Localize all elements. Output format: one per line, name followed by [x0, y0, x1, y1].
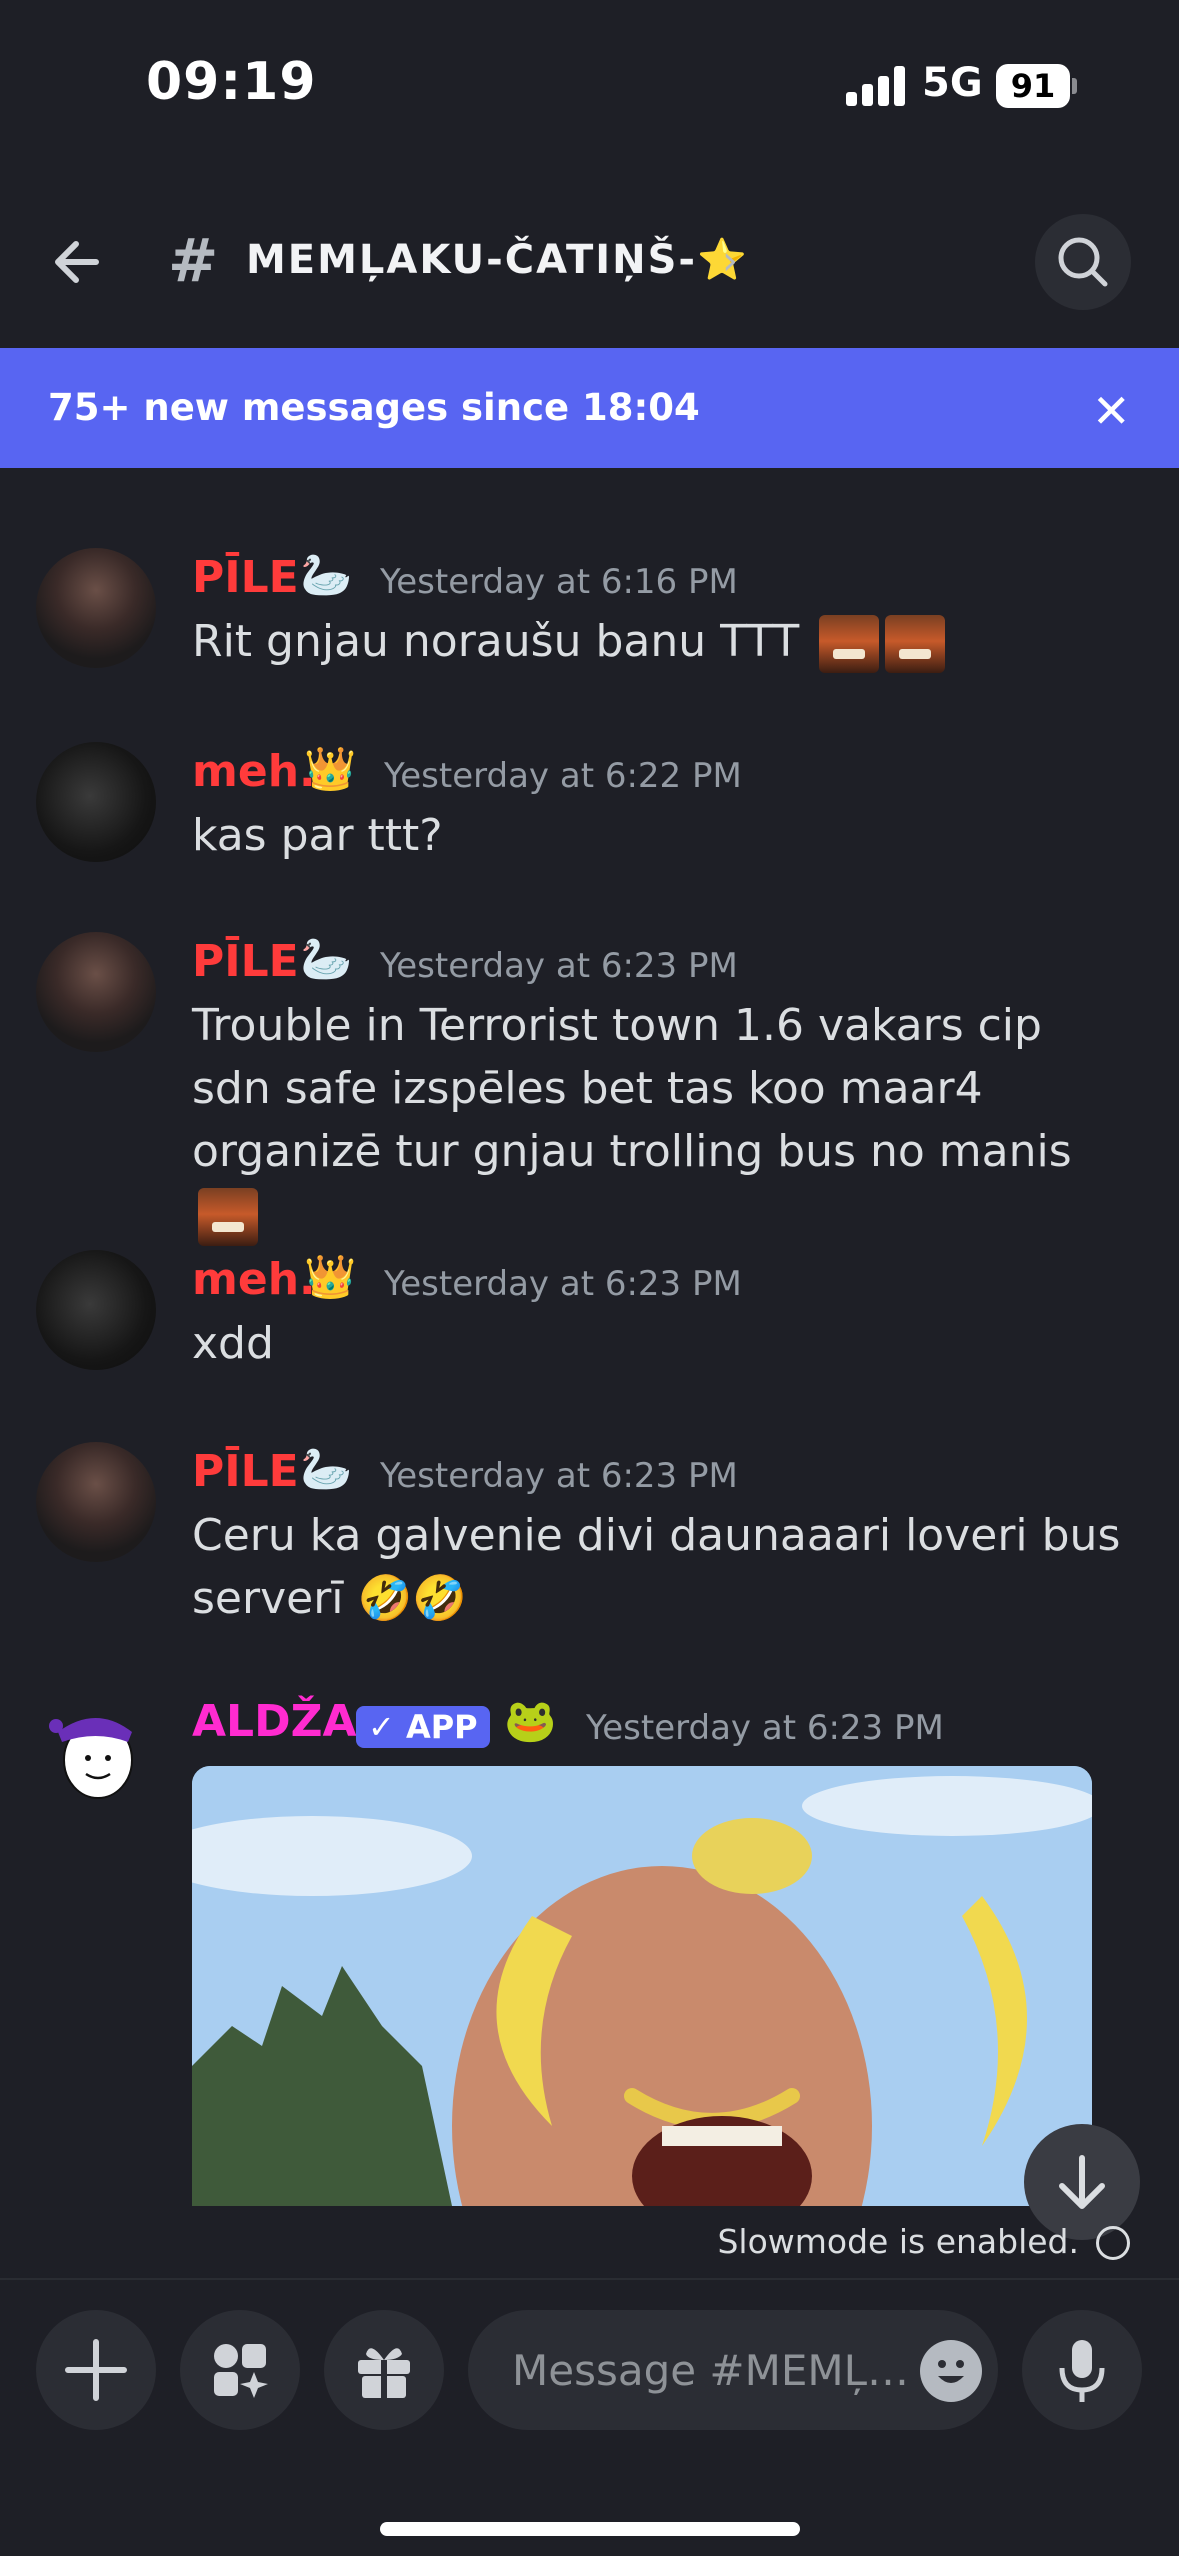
frog-badge-icon: 🐸 — [504, 1696, 557, 1745]
message-timestamp: Yesterday at 6:22 PM — [384, 756, 742, 796]
network-type: 5G — [922, 60, 983, 106]
voice-message-button[interactable] — [1022, 2310, 1142, 2430]
message-composer: Message #MEMĻ… — [0, 2278, 1179, 2556]
battery-level: 91 — [996, 64, 1070, 108]
back-arrow-icon[interactable] — [44, 226, 116, 298]
home-indicator[interactable] — [380, 2522, 800, 2536]
goose-badge-icon: 🦢 — [300, 1444, 353, 1493]
message-input[interactable]: Message #MEMĻ… — [468, 2310, 998, 2430]
crown-badge-icon: 👑 — [304, 744, 357, 793]
message-author[interactable]: ALDŽA — [192, 1696, 357, 1747]
avatar[interactable] — [36, 742, 156, 862]
message-timestamp: Yesterday at 6:16 PM — [380, 562, 738, 602]
channel-name[interactable]: MEMĻAKU-ČATIŅŠ-⭐ — [246, 236, 749, 283]
gift-button[interactable] — [324, 2310, 444, 2430]
message-author[interactable]: PĪLE — [192, 1446, 299, 1497]
meme-image — [192, 1766, 1092, 2206]
custom-emoji-icon — [819, 615, 880, 673]
chevron-right-icon[interactable]: › — [722, 238, 738, 284]
custom-emoji-icon — [198, 1188, 258, 1246]
close-icon[interactable]: ✕ — [1092, 384, 1131, 438]
status-time: 09:19 — [146, 52, 317, 112]
battery-icon: 91 — [996, 64, 1077, 108]
message-text: Ceru ka galvenie divi daunaaari loveri b… — [192, 1510, 1121, 1624]
status-bar: 09:19 5G 91 — [0, 0, 1179, 170]
message-text: Trouble in Terrorist town 1.6 vakars cip… — [192, 1000, 1072, 1177]
app-tag: ✓ APP — [356, 1706, 490, 1748]
message-timestamp: Yesterday at 6:23 PM — [384, 1264, 742, 1304]
search-icon — [1058, 237, 1108, 287]
avatar[interactable] — [36, 932, 156, 1052]
avatar[interactable] — [36, 1696, 156, 1816]
message-text: xdd — [192, 1318, 274, 1369]
message-list[interactable]: PĪLE 🦢 Yesterday at 6:16 PM Rit gnjau no… — [0, 468, 1179, 2278]
add-attachment-button[interactable] — [36, 2310, 156, 2430]
slowmode-notice: Slowmode is enabled. — [0, 2218, 1179, 2274]
message-timestamp: Yesterday at 6:23 PM — [380, 946, 738, 986]
goose-badge-icon: 🦢 — [300, 934, 353, 983]
new-messages-text: 75+ new messages since 18:04 — [48, 386, 700, 429]
crown-badge-icon: 👑 — [304, 1252, 357, 1301]
avatar[interactable] — [36, 548, 156, 668]
avatar[interactable] — [36, 1250, 156, 1370]
message-author[interactable]: PĪLE — [192, 936, 299, 987]
message-content: Trouble in Terrorist town 1.6 vakars cip… — [192, 994, 1122, 1246]
signal-icon — [846, 66, 906, 106]
message-author[interactable]: meh. — [192, 1254, 316, 1305]
gift-icon — [358, 2348, 410, 2398]
message-content: Rit gnjau noraušu banu TTT — [192, 610, 1122, 673]
message-timestamp: Yesterday at 6:23 PM — [586, 1708, 944, 1748]
channel-header: # MEMĻAKU-ČATIŅŠ-⭐ › — [0, 170, 1179, 348]
apps-icon — [214, 2344, 268, 2398]
custom-emoji-icon — [885, 615, 946, 673]
avatar[interactable] — [36, 1442, 156, 1562]
apps-button[interactable] — [180, 2310, 300, 2430]
new-messages-banner[interactable]: 75+ new messages since 18:04 ✕ — [0, 348, 1179, 468]
message-input-placeholder: Message #MEMĻ… — [512, 2346, 910, 2395]
emoji-button[interactable] — [920, 2340, 982, 2402]
message-author[interactable]: PĪLE — [192, 552, 299, 603]
message-text: kas par ttt? — [192, 810, 443, 861]
clock-icon — [1096, 2226, 1130, 2260]
message-timestamp: Yesterday at 6:23 PM — [380, 1456, 738, 1496]
image-attachment[interactable] — [192, 1766, 1092, 2206]
plus-icon — [65, 2339, 127, 2401]
goose-badge-icon: 🦢 — [300, 550, 353, 599]
message-author[interactable]: meh. — [192, 746, 316, 797]
microphone-icon — [1059, 2340, 1105, 2402]
message-text: Rit gnjau noraušu banu TTT — [192, 616, 800, 667]
slowmode-text: Slowmode is enabled. — [717, 2222, 1079, 2261]
smiley-icon — [938, 2360, 964, 2383]
hash-icon: # — [168, 226, 219, 296]
search-button[interactable] — [1035, 214, 1131, 310]
